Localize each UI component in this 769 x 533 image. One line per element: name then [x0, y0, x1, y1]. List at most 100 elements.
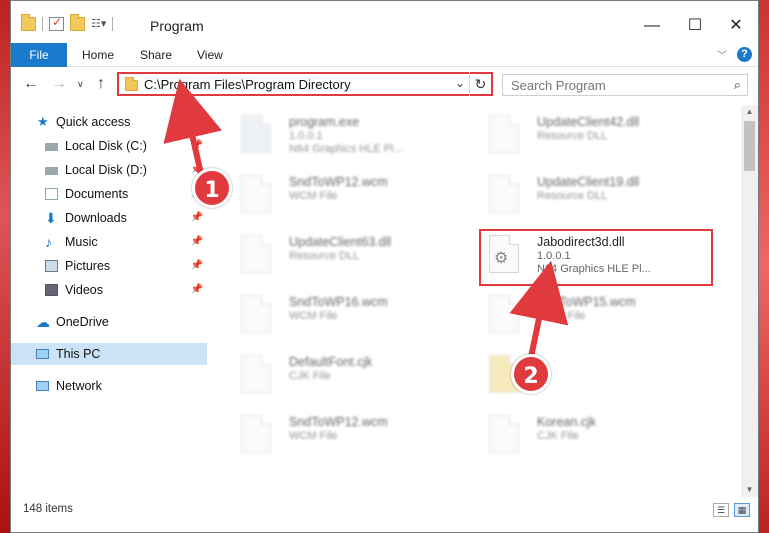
pin-icon: 📌 — [190, 140, 203, 151]
nav-music[interactable]: ♪ Music 📌 — [11, 231, 207, 253]
nav-local-disk-d[interactable]: Local Disk (D:) 📌 — [11, 159, 207, 181]
file-highlight-box — [479, 229, 713, 286]
pin-icon: 📌 — [190, 284, 203, 295]
file-name: SndToWP12.wcm — [289, 415, 388, 429]
forward-icon[interactable]: → — [51, 75, 67, 93]
file-icon — [489, 295, 519, 333]
nav-onedrive[interactable]: ☁ OneDrive — [11, 311, 207, 333]
back-icon[interactable]: ← — [23, 75, 39, 93]
star-icon: ★ — [37, 114, 49, 129]
drive-icon — [45, 167, 58, 175]
minimize-button[interactable]: — — [630, 11, 674, 41]
nav-pictures[interactable]: Pictures 📌 — [11, 255, 207, 277]
recent-locations-icon[interactable]: ∨ — [77, 79, 84, 90]
scroll-up-icon[interactable]: ▲ — [741, 107, 758, 116]
computer-icon — [36, 349, 49, 359]
large-icons-view-icon[interactable]: ▦ — [734, 503, 750, 517]
file-item[interactable]: DefaultFont.cjk CJK File — [219, 349, 455, 401]
scroll-down-icon[interactable]: ▼ — [741, 485, 758, 494]
nav-label: Videos — [65, 283, 103, 297]
file-list: program.exe 1.0.0.1 N64 Graphics HLE Pl.… — [209, 105, 741, 497]
file-item[interactable]: SndToWP12.wcm WCM File — [219, 169, 455, 221]
file-type: WCM File — [289, 430, 338, 442]
file-item[interactable]: UpdateClient19.dll Resource DLL — [467, 169, 703, 221]
pin-icon: 📌 — [190, 212, 203, 223]
expand-ribbon-icon[interactable]: ﹀ — [717, 47, 727, 62]
nav-documents[interactable]: Documents 📌 — [11, 183, 207, 205]
scrollbar-thumb[interactable] — [744, 121, 755, 171]
file-item[interactable] — [467, 349, 703, 401]
address-bar[interactable]: C:\Program Files\Program Directory ⌄ ↻ — [117, 72, 493, 96]
file-item[interactable]: UpdateClient63.dll Resource DLL — [219, 229, 455, 281]
quick-access-toolbar: ☷▾ — [21, 14, 113, 31]
file-item[interactable]: SndToWP15.wcm WCM File — [467, 289, 703, 341]
file-icon — [489, 415, 519, 453]
nav-label: Local Disk (D:) — [65, 163, 147, 177]
file-name: SndToWP15.wcm — [537, 295, 636, 309]
search-icon[interactable]: ⌕ — [734, 77, 741, 93]
nav-quick-access[interactable]: ★ Quick access — [11, 111, 207, 133]
chevron-down-icon[interactable]: ⌄ — [455, 76, 465, 90]
file-icon — [241, 175, 271, 213]
item-count: 148 items — [23, 503, 73, 515]
file-name: SndToWP12.wcm — [289, 175, 388, 189]
nav-label: This PC — [56, 347, 101, 361]
search-input[interactable] — [503, 75, 713, 95]
vertical-scrollbar[interactable]: ▲ ▼ — [741, 105, 758, 497]
nav-label: Pictures — [65, 259, 111, 273]
file-type: WCM File — [289, 310, 338, 322]
file-item[interactable]: SndToWP16.wcm WCM File — [219, 289, 455, 341]
downloads-icon: ⬇ — [45, 210, 57, 226]
nav-local-disk-c[interactable]: Local Disk (C:) 📌 — [11, 135, 207, 157]
details-view-icon[interactable]: ☰ — [713, 503, 729, 517]
nav-videos[interactable]: Videos 📌 — [11, 279, 207, 301]
file-name: UpdateClient42.dll — [537, 115, 640, 129]
separator — [112, 17, 113, 31]
file-item[interactable]: UpdateClient42.dll Resource DLL — [467, 109, 703, 161]
pin-icon: 📌 — [190, 236, 203, 247]
file-item[interactable]: SndToWP12.wcm WCM File — [219, 409, 455, 461]
file-name: UpdateClient19.dll — [537, 175, 640, 189]
file-icon — [241, 415, 271, 453]
nav-network[interactable]: Network — [11, 375, 207, 397]
music-icon: ♪ — [45, 234, 52, 250]
tab-file[interactable]: File — [11, 43, 67, 67]
file-item[interactable]: Korean.cjk CJK File — [467, 409, 703, 461]
nav-downloads[interactable]: ⬇ Downloads 📌 — [11, 207, 207, 229]
properties-icon[interactable] — [49, 15, 64, 31]
cloud-icon: ☁ — [36, 314, 50, 330]
file-item[interactable]: program.exe 1.0.0.1 N64 Graphics HLE Pl.… — [219, 109, 455, 161]
close-button[interactable]: ✕ — [714, 11, 758, 41]
tab-home[interactable]: Home — [72, 43, 124, 67]
new-folder-icon[interactable] — [70, 14, 85, 31]
documents-icon — [45, 188, 58, 200]
nav-this-pc[interactable]: This PC — [11, 343, 207, 365]
tab-share[interactable]: Share — [130, 43, 182, 67]
maximize-button[interactable]: ☐ — [673, 11, 717, 41]
customize-icon[interactable]: ☷▾ — [91, 17, 106, 31]
file-type: Resource DLL — [289, 250, 360, 262]
help-icon[interactable]: ? — [737, 47, 752, 62]
folder-icon[interactable] — [21, 14, 36, 31]
file-type: WCM File — [537, 310, 586, 322]
callout-step-2: 2 — [511, 354, 551, 394]
address-path: C:\Program Files\Program Directory — [144, 77, 351, 92]
drive-icon — [45, 143, 58, 151]
pin-icon: 📌 — [190, 260, 203, 271]
dll-file-icon — [489, 175, 519, 213]
file-icon — [241, 355, 271, 393]
tab-view[interactable]: View — [187, 43, 233, 67]
status-bar: 148 items ☰ ▦ — [11, 499, 758, 521]
nav-label: Network — [56, 379, 102, 393]
refresh-icon[interactable]: ↻ — [469, 72, 491, 96]
network-icon — [36, 381, 49, 391]
address-row: ← → ∨ ↑ C:\Program Files\Program Directo… — [11, 69, 758, 101]
file-name: Korean.cjk — [537, 415, 597, 429]
videos-icon — [45, 284, 58, 296]
nav-label: Quick access — [56, 115, 131, 129]
search-box[interactable]: ⌕ — [502, 74, 748, 96]
file-type: CJK File — [289, 370, 331, 382]
up-icon[interactable]: ↑ — [97, 75, 105, 93]
window-title: Program — [150, 18, 204, 34]
file-name: DefaultFont.cjk — [289, 355, 373, 369]
